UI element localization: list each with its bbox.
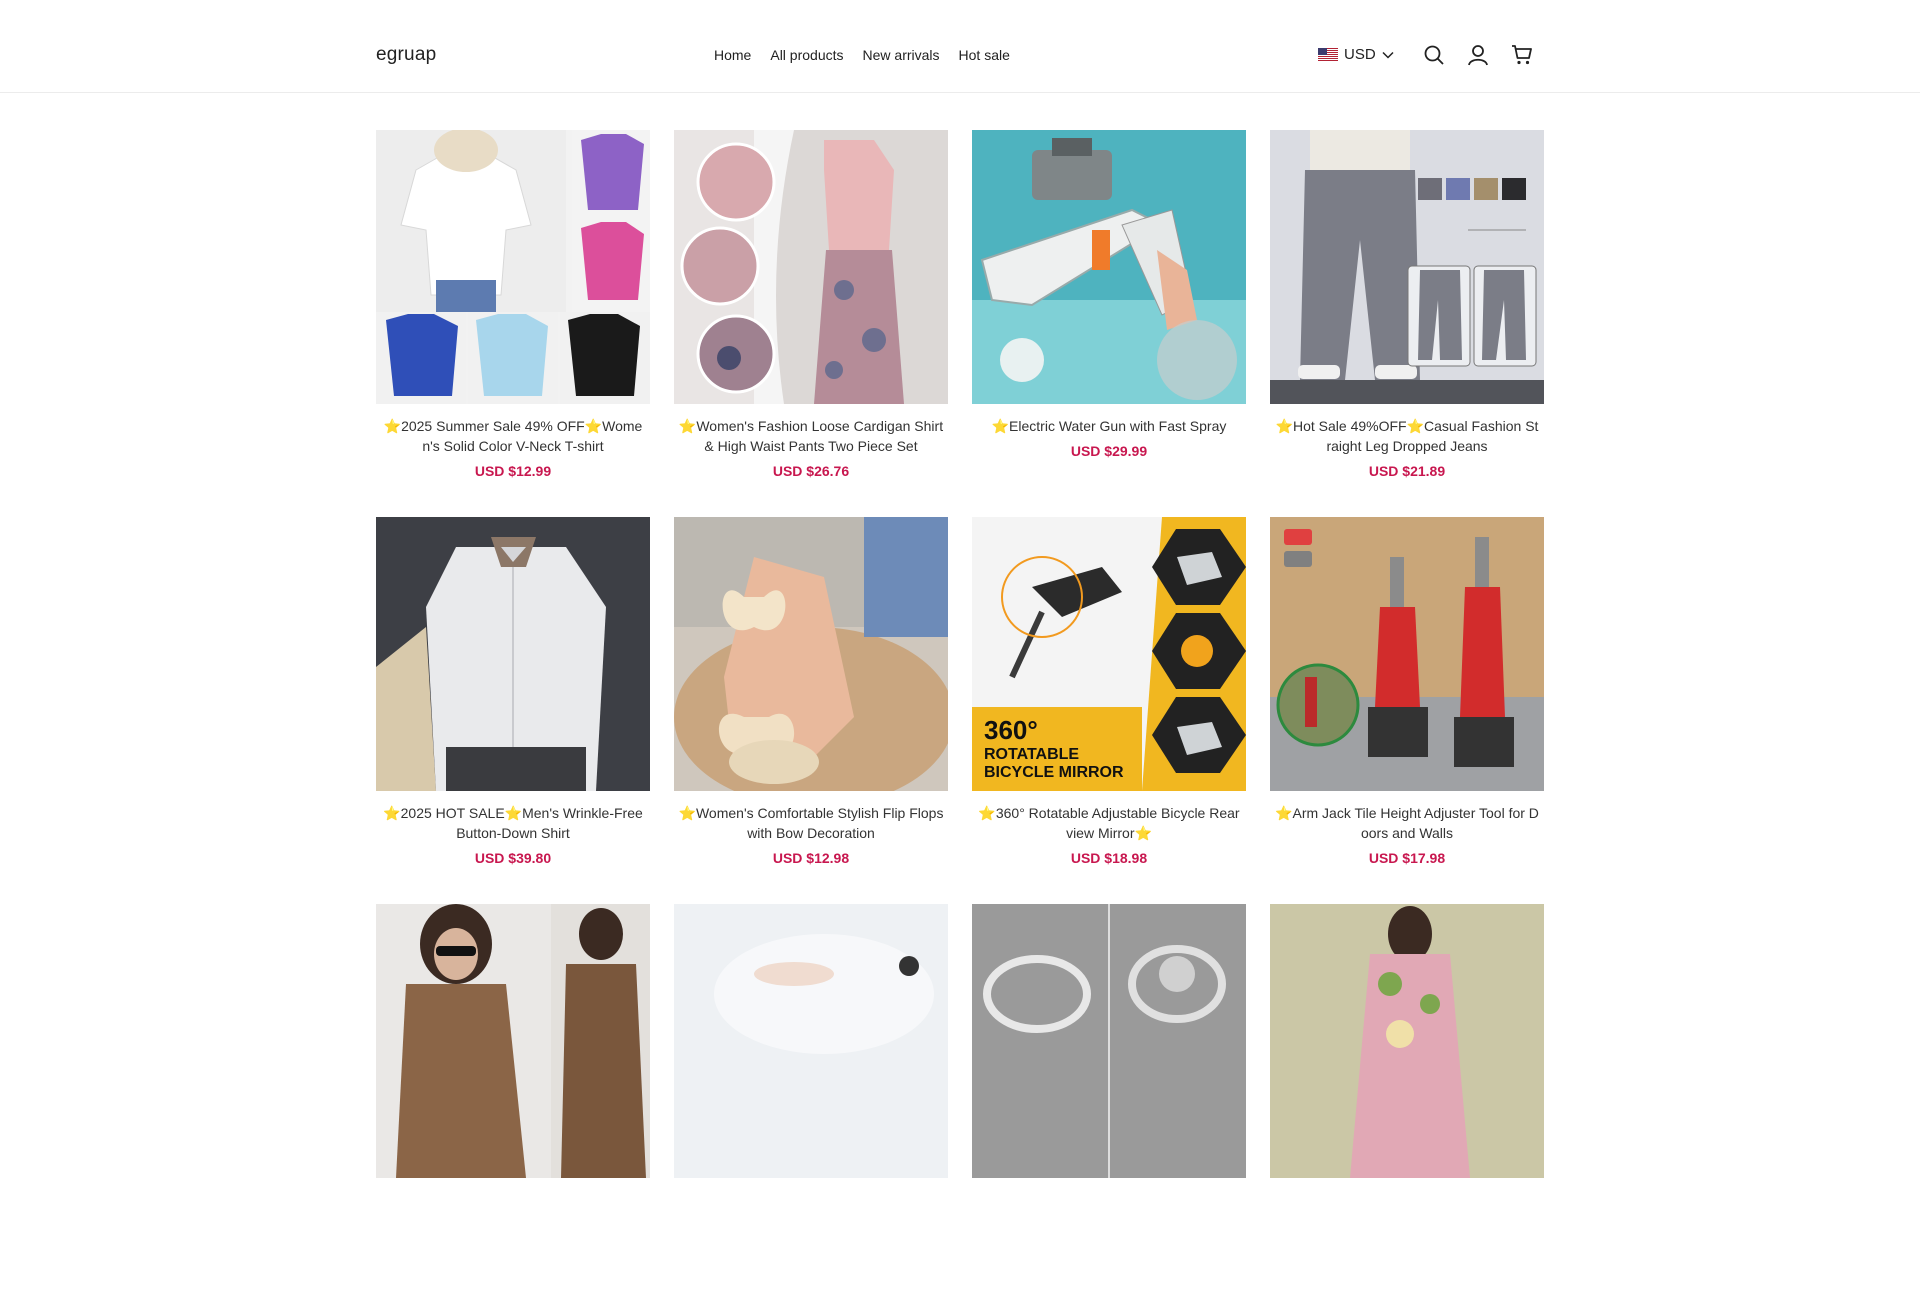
us-flag-icon — [1318, 48, 1338, 61]
nav-new-arrivals[interactable]: New arrivals — [863, 47, 940, 63]
mirror-banner-rotatable: ROTATABLE — [984, 746, 1079, 763]
product-title[interactable]: ⭐360° Rotatable Adjustable Bicycle Rear … — [972, 803, 1246, 843]
product-card[interactable]: ⭐Women's Fashion Loose Cardigan Shirt & … — [674, 130, 948, 517]
product-title[interactable]: ⭐Electric Water Gun with Fast Spray — [972, 416, 1246, 436]
product-card[interactable]: ⭐Arm Jack Tile Height Adjuster Tool for … — [1270, 517, 1544, 904]
product-image[interactable] — [376, 517, 650, 791]
product-price: USD $39.80 — [474, 850, 552, 866]
account-icon[interactable] — [1467, 44, 1489, 66]
chevron-down-icon — [1382, 51, 1394, 59]
product-image[interactable] — [376, 130, 650, 404]
site-header: egruap Home All products New arrivals Ho… — [0, 0, 1920, 93]
product-price: USD $12.98 — [772, 850, 850, 866]
mirror-banner-bicycle: BICYCLE MIRROR — [984, 764, 1124, 781]
product-card[interactable]: ⭐Hot Sale 49%OFF⭐Casual Fashion Straight… — [1270, 130, 1544, 517]
product-price: USD $26.76 — [772, 463, 850, 479]
product-card[interactable]: ⭐Electric Water Gun with Fast Spray USD … — [972, 130, 1246, 517]
product-title[interactable]: ⭐Hot Sale 49%OFF⭐Casual Fashion Straight… — [1270, 416, 1544, 456]
nav-hot-sale[interactable]: Hot sale — [959, 47, 1010, 63]
product-card[interactable] — [1270, 904, 1544, 1291]
product-title[interactable]: ⭐2025 Summer Sale 49% OFF⭐Women's Solid … — [376, 416, 650, 456]
site-logo[interactable]: egruap — [376, 44, 436, 66]
product-price: USD $17.98 — [1368, 850, 1446, 866]
main-nav: Home All products New arrivals Hot sale — [714, 47, 1029, 63]
cart-icon[interactable] — [1511, 44, 1533, 66]
product-image[interactable]: 360° ROTATABLE BICYCLE MIRROR — [972, 517, 1246, 791]
product-card[interactable]: ⭐Women's Comfortable Stylish Flip Flops … — [674, 517, 948, 904]
product-price: USD $21.89 — [1368, 463, 1446, 479]
product-title[interactable]: ⭐2025 HOT SALE⭐Men's Wrinkle-Free Button… — [376, 803, 650, 843]
product-grid: ⭐2025 Summer Sale 49% OFF⭐Women's Solid … — [376, 130, 1544, 1291]
product-price: USD $18.98 — [1070, 850, 1148, 866]
product-card[interactable] — [972, 904, 1246, 1291]
product-image[interactable] — [972, 904, 1246, 1178]
search-icon[interactable] — [1423, 44, 1445, 66]
product-price: USD $12.99 — [474, 463, 552, 479]
product-card[interactable]: ⭐2025 HOT SALE⭐Men's Wrinkle-Free Button… — [376, 517, 650, 904]
currency-selector[interactable]: USD — [1318, 46, 1394, 63]
product-title[interactable]: ⭐Women's Comfortable Stylish Flip Flops … — [674, 803, 948, 843]
product-image[interactable] — [674, 517, 948, 791]
product-image[interactable] — [674, 130, 948, 404]
product-price: USD $29.99 — [1070, 443, 1148, 459]
currency-label: USD — [1344, 46, 1376, 63]
product-image[interactable] — [972, 130, 1246, 404]
product-image[interactable] — [1270, 517, 1544, 791]
nav-home[interactable]: Home — [714, 47, 751, 63]
nav-all-products[interactable]: All products — [770, 47, 843, 63]
product-image[interactable] — [674, 904, 948, 1178]
product-card[interactable]: 360° ROTATABLE BICYCLE MIRROR ⭐360° Rota… — [972, 517, 1246, 904]
mirror-banner-360: 360° — [984, 715, 1038, 745]
product-title[interactable]: ⭐Women's Fashion Loose Cardigan Shirt & … — [674, 416, 948, 456]
product-card[interactable] — [674, 904, 948, 1291]
product-card[interactable]: ⭐2025 Summer Sale 49% OFF⭐Women's Solid … — [376, 130, 650, 517]
product-title[interactable]: ⭐Arm Jack Tile Height Adjuster Tool for … — [1270, 803, 1544, 843]
product-image[interactable] — [1270, 130, 1544, 404]
product-image[interactable] — [376, 904, 650, 1178]
product-image[interactable] — [1270, 904, 1544, 1178]
product-card[interactable] — [376, 904, 650, 1291]
